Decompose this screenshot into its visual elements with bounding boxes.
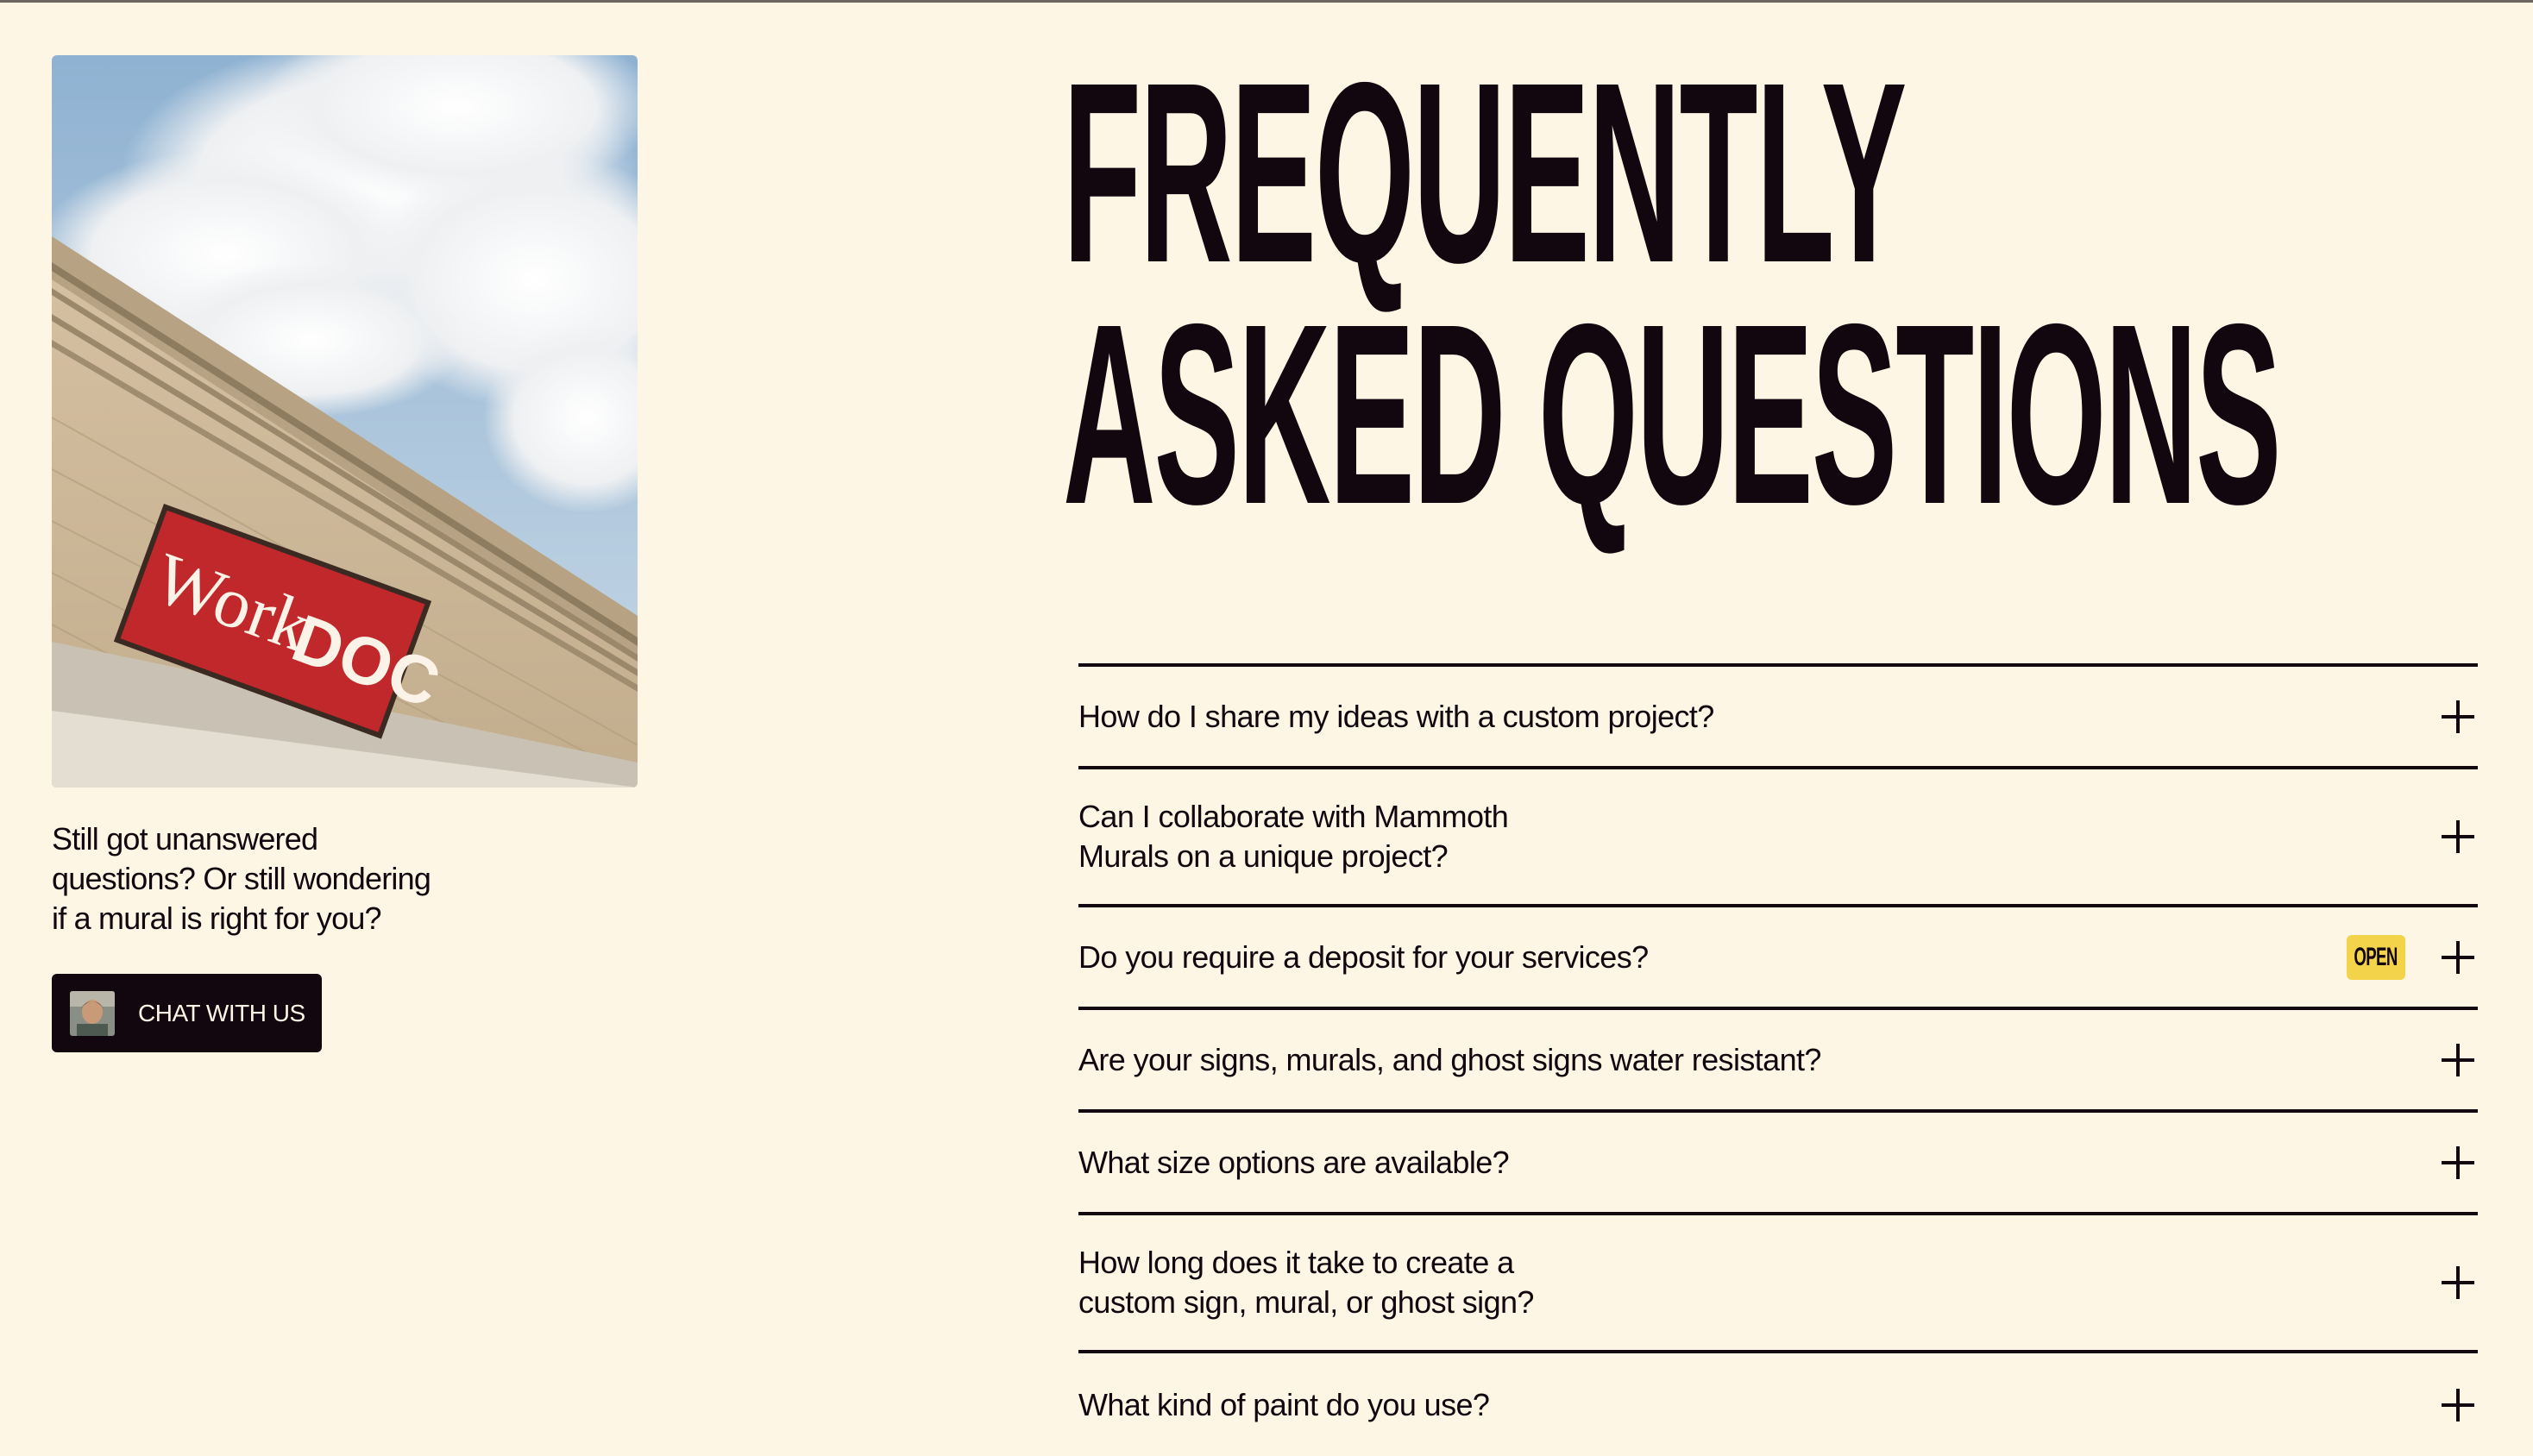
- plus-icon[interactable]: [2442, 1266, 2474, 1299]
- faq-item-how-long[interactable]: How long does it take to create a custom…: [1078, 1215, 2478, 1353]
- chat-with-us-label: CHAT WITH US: [138, 999, 305, 1026]
- help-prompt-line-3: if a mural is right for you?: [52, 901, 382, 936]
- top-border: [0, 0, 2533, 3]
- page-title-line-1: FREQUENTLY: [1063, 29, 1907, 317]
- faq-item-paint[interactable]: What kind of paint do you use?: [1078, 1353, 2478, 1456]
- faq-question: Do you require a deposit for your servic…: [1078, 938, 1649, 975]
- faq-item-share-ideas[interactable]: How do I share my ideas with a custom pr…: [1078, 667, 2478, 769]
- faq-item-deposit[interactable]: Do you require a deposit for your servic…: [1078, 907, 2478, 1010]
- plus-icon[interactable]: [2442, 1043, 2474, 1076]
- faq-question: What size options are available?: [1078, 1144, 1510, 1180]
- chat-with-us-button[interactable]: CHAT WITH US: [52, 974, 322, 1052]
- plus-icon[interactable]: [2442, 700, 2474, 733]
- open-badge-label: OPEN: [2354, 942, 2398, 971]
- faq-item-water-resistant[interactable]: Are your signs, murals, and ghost signs …: [1078, 1010, 2478, 1113]
- plus-icon[interactable]: [2442, 1145, 2474, 1179]
- plus-icon[interactable]: [2442, 940, 2474, 974]
- page-title-line-2: ASKED QUESTIONS: [1063, 271, 2282, 558]
- page-title: FREQUENTLY ASKED QUESTIONS: [1063, 29, 2533, 558]
- faq-list: How do I share my ideas with a custom pr…: [1078, 663, 2478, 1456]
- plus-icon[interactable]: [2442, 820, 2474, 853]
- workdoc-storefront-image: Work DOC: [52, 55, 638, 788]
- faq-question: How long does it take to create a custom…: [1078, 1245, 1534, 1320]
- faq-item-size-options[interactable]: What size options are available?: [1078, 1113, 2478, 1215]
- plus-icon[interactable]: [2442, 1388, 2474, 1421]
- faq-question: How do I share my ideas with a custom pr…: [1078, 698, 1714, 734]
- faq-item-collaborate[interactable]: Can I collaborate with Mammoth Murals on…: [1078, 769, 2478, 907]
- help-prompt-line-1: Still got unanswered: [52, 821, 318, 857]
- open-badge: OPEN: [2347, 934, 2405, 980]
- help-prompt-line-2: questions? Or still wondering: [52, 861, 431, 896]
- faq-question: Are your signs, murals, and ghost signs …: [1078, 1041, 1821, 1077]
- faq-question: What kind of paint do you use?: [1078, 1386, 1490, 1422]
- help-prompt: Still got unanswered questions? Or still…: [52, 819, 500, 938]
- faq-question: Can I collaborate with Mammoth Murals on…: [1078, 799, 1509, 874]
- avatar: [70, 990, 115, 1036]
